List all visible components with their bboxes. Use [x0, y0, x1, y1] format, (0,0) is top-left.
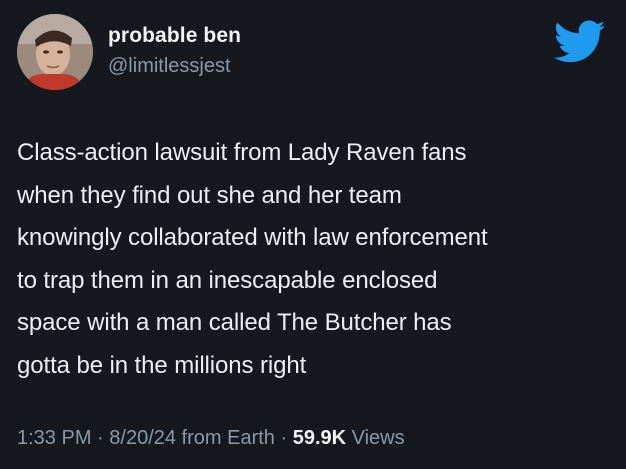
tweet-line: gotta be in the millions right	[17, 351, 307, 379]
tweet-line: space with a man called The Butcher has	[17, 309, 452, 336]
tweet-date[interactable]: 8/20/24	[109, 427, 176, 449]
meta-separator: ·	[91, 427, 110, 449]
twitter-bird-icon	[554, 20, 606, 63]
tweet-meta: 1:33 PM · 8/20/24 from Earth · 59.9K Vie…	[17, 427, 405, 450]
avatar-photo	[17, 14, 93, 90]
meta-separator: ·	[274, 427, 293, 449]
tweet-line: when they find out she and her team	[17, 181, 402, 209]
views-count[interactable]: 59.9K	[293, 427, 346, 449]
user-handle[interactable]: @limitlessjest	[108, 55, 231, 78]
tweet-line: knowingly collaborated with law enforcem…	[17, 224, 488, 251]
tweet-line: Class-action lawsuit from Lady Raven fan…	[17, 139, 467, 166]
views-label: Views	[346, 427, 405, 449]
tweet-card: probable ben @limitlessjest Class-action…	[0, 0, 626, 469]
avatar[interactable]	[17, 14, 93, 90]
tweet-time[interactable]: 1:33 PM	[17, 427, 91, 449]
tweet-text: Class-action lawsuit from Lady Raven fan…	[17, 132, 617, 387]
tweet-line: to trap them in an inescapable enclosed	[17, 266, 438, 294]
tweet-source: from Earth	[176, 427, 275, 449]
display-name[interactable]: probable ben	[108, 24, 241, 48]
